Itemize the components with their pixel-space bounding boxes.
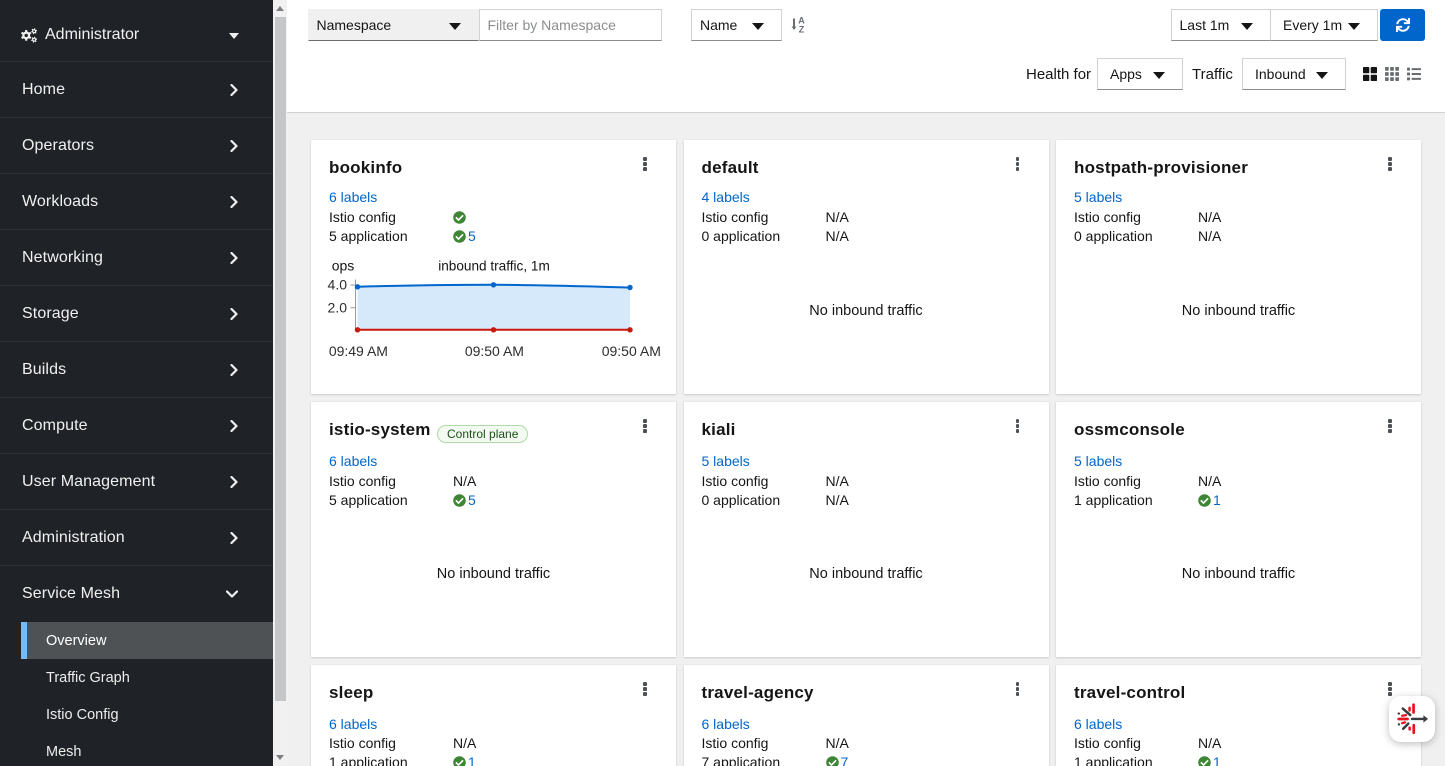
svg-text:4.0: 4.0 xyxy=(328,277,348,293)
svg-text:09:50 AM: 09:50 AM xyxy=(465,343,524,359)
svg-text:09:49 AM: 09:49 AM xyxy=(329,343,388,359)
svg-text:09:50 AM: 09:50 AM xyxy=(602,343,661,359)
svg-text:ops: ops xyxy=(332,258,355,274)
svg-text:inbound traffic, 1m: inbound traffic, 1m xyxy=(438,259,550,274)
svg-text:2.0: 2.0 xyxy=(328,299,348,315)
svg-text:Z: Z xyxy=(799,25,805,34)
